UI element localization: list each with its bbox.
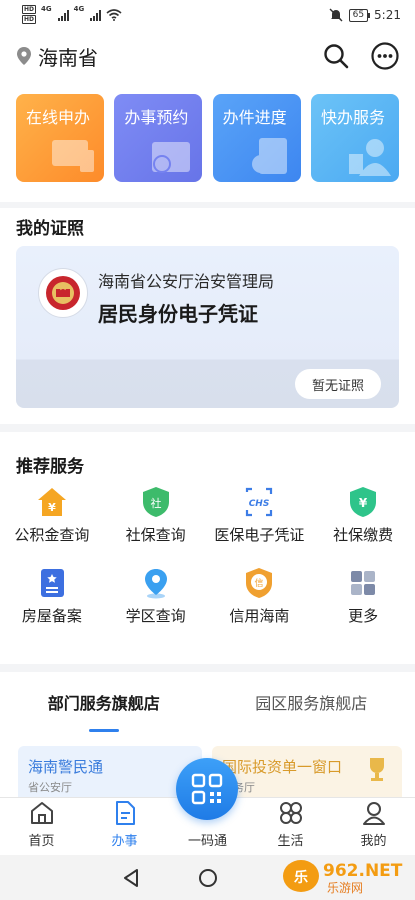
service-house-filing[interactable]: 房屋备案 <box>0 567 104 626</box>
location-icon <box>17 47 31 65</box>
network-label-2: 4G <box>73 5 85 13</box>
service-more[interactable]: 更多 <box>311 567 415 626</box>
service-label: 医保电子凭证 <box>214 526 305 544</box>
house-yen-icon: ¥ <box>37 488 66 516</box>
hd-indicator: HD HD <box>22 5 37 24</box>
home-icon <box>30 802 53 824</box>
signal-icon <box>90 9 102 21</box>
recommended-services-section: 推荐服务 ¥ 公积金查询 社 社保查询 CHS 医保电子凭证 ¥ 社保缴费 房屋… <box>0 432 415 664</box>
no-license-button[interactable]: 暂无证照 <box>295 369 381 399</box>
service-label: 公积金查询 <box>14 526 90 544</box>
service-medical-insurance[interactable]: CHS 医保电子凭证 <box>208 486 312 545</box>
tile-label: 快办服务 <box>320 108 385 127</box>
calendar-icon <box>152 142 191 173</box>
tile-appointment[interactable]: 办事预约 <box>114 94 203 182</box>
tile-progress[interactable]: 办件进度 <box>212 94 301 182</box>
tile-label: 在线申办 <box>26 108 91 127</box>
province-selector[interactable]: 海南省 <box>38 42 98 71</box>
wifi-icon <box>106 9 122 21</box>
svg-text:社: 社 <box>150 496 161 510</box>
tab-department-flagship[interactable]: 部门服务旗舰店 <box>0 672 208 732</box>
watermark-logo: 乐 962.NET 乐游网 <box>283 860 403 895</box>
svg-text:962.NET: 962.NET <box>323 861 403 881</box>
scan-code-button[interactable] <box>176 758 238 820</box>
user-icon <box>362 802 385 825</box>
license-issuer: 海南省公安厅治安管理局 <box>98 272 275 291</box>
computer-icon <box>52 140 94 172</box>
tab-label: 我的 <box>360 834 387 849</box>
service-housing-fund[interactable]: ¥ 公积金查询 <box>0 486 104 545</box>
service-credit-hainan[interactable]: 信 信用海南 <box>208 567 312 626</box>
tab-label: 一码通 <box>187 834 227 849</box>
svg-text:信: 信 <box>255 577 264 589</box>
shield-yen-icon: ¥ <box>350 487 377 517</box>
license-name: 居民身份电子凭证 <box>98 302 258 326</box>
credit-badge-icon: 信 <box>246 568 273 598</box>
tile-online-apply[interactable]: 在线申办 <box>16 94 104 182</box>
home-circle-icon[interactable] <box>198 868 218 888</box>
clock: 5:21 <box>374 8 401 22</box>
quick-services: 在线申办 办事预约 办件进度 快办服务 <box>0 82 415 202</box>
my-licenses-section: 我的证照 海南省公安厅治安管理局 居民身份电子凭证 暂无证照 <box>0 208 415 424</box>
tile-label: 办件进度 <box>222 108 287 127</box>
grid-more-icon <box>351 571 376 595</box>
banner-police[interactable]: 海南警民通 省公安厅 <box>18 746 202 802</box>
banner-investment[interactable]: 国际投资单一窗口 商务厅 <box>212 746 402 802</box>
tile-fast-service[interactable]: 快办服务 <box>310 94 399 182</box>
tab-label: 办事 <box>111 834 138 849</box>
trophy-icon <box>370 758 384 781</box>
location-pin-icon <box>144 569 167 599</box>
tab-services[interactable]: 办事 <box>83 798 166 855</box>
service-label: 信用海南 <box>229 607 290 625</box>
mute-bell-icon <box>329 8 343 22</box>
document-icon <box>115 801 135 825</box>
search-icon[interactable] <box>323 43 349 69</box>
shield-she-icon: 社 <box>142 487 169 517</box>
police-emblem-icon <box>38 268 88 318</box>
battery-indicator: 65 <box>348 8 371 22</box>
banner-title: 海南警民通 <box>28 758 104 776</box>
service-label: 社保查询 <box>125 526 186 544</box>
service-label: 房屋备案 <box>21 607 82 625</box>
tab-park-flagship[interactable]: 园区服务旗舰店 <box>208 672 415 732</box>
section-title: 我的证照 <box>16 219 84 239</box>
service-social-security[interactable]: 社 社保查询 <box>104 486 208 545</box>
service-label: 更多 <box>348 607 379 625</box>
banner-title: 国际投资单一窗口 <box>222 758 343 776</box>
section-title: 推荐服务 <box>16 457 84 477</box>
tab-home[interactable]: 首页 <box>0 798 83 855</box>
svg-text:乐: 乐 <box>294 869 308 886</box>
more-options-icon[interactable] <box>371 42 399 70</box>
qr-code-icon <box>191 773 223 805</box>
svg-text:¥: ¥ <box>48 501 56 514</box>
document-progress-icon <box>251 138 287 174</box>
chs-icon: CHS <box>246 487 273 517</box>
tab-mine[interactable]: 我的 <box>332 798 415 855</box>
back-icon[interactable] <box>122 868 140 888</box>
book-star-icon <box>40 569 64 597</box>
tab-label: 生活 <box>277 834 304 849</box>
service-school-district[interactable]: 学区查询 <box>104 567 208 626</box>
clover-icon <box>279 802 302 824</box>
network-label-1: 4G <box>41 5 52 13</box>
service-label: 学区查询 <box>125 607 186 625</box>
service-label: 社保缴费 <box>333 526 394 544</box>
app-header: 海南省 <box>0 30 415 82</box>
svg-text:乐游网: 乐游网 <box>327 881 363 895</box>
license-card[interactable]: 海南省公安厅治安管理局 居民身份电子凭证 暂无证照 <box>16 246 399 408</box>
tile-label: 办事预约 <box>124 108 189 127</box>
service-social-payment[interactable]: ¥ 社保缴费 <box>311 486 415 545</box>
status-bar: HD HD 4G 4G 65 5:21 <box>0 0 415 30</box>
tab-label: 首页 <box>28 834 55 849</box>
person-service-icon <box>348 139 391 176</box>
tab-life[interactable]: 生活 <box>249 798 332 855</box>
svg-text:CHS: CHS <box>249 499 270 509</box>
svg-text:¥: ¥ <box>359 496 368 510</box>
signal-icon <box>57 9 69 21</box>
